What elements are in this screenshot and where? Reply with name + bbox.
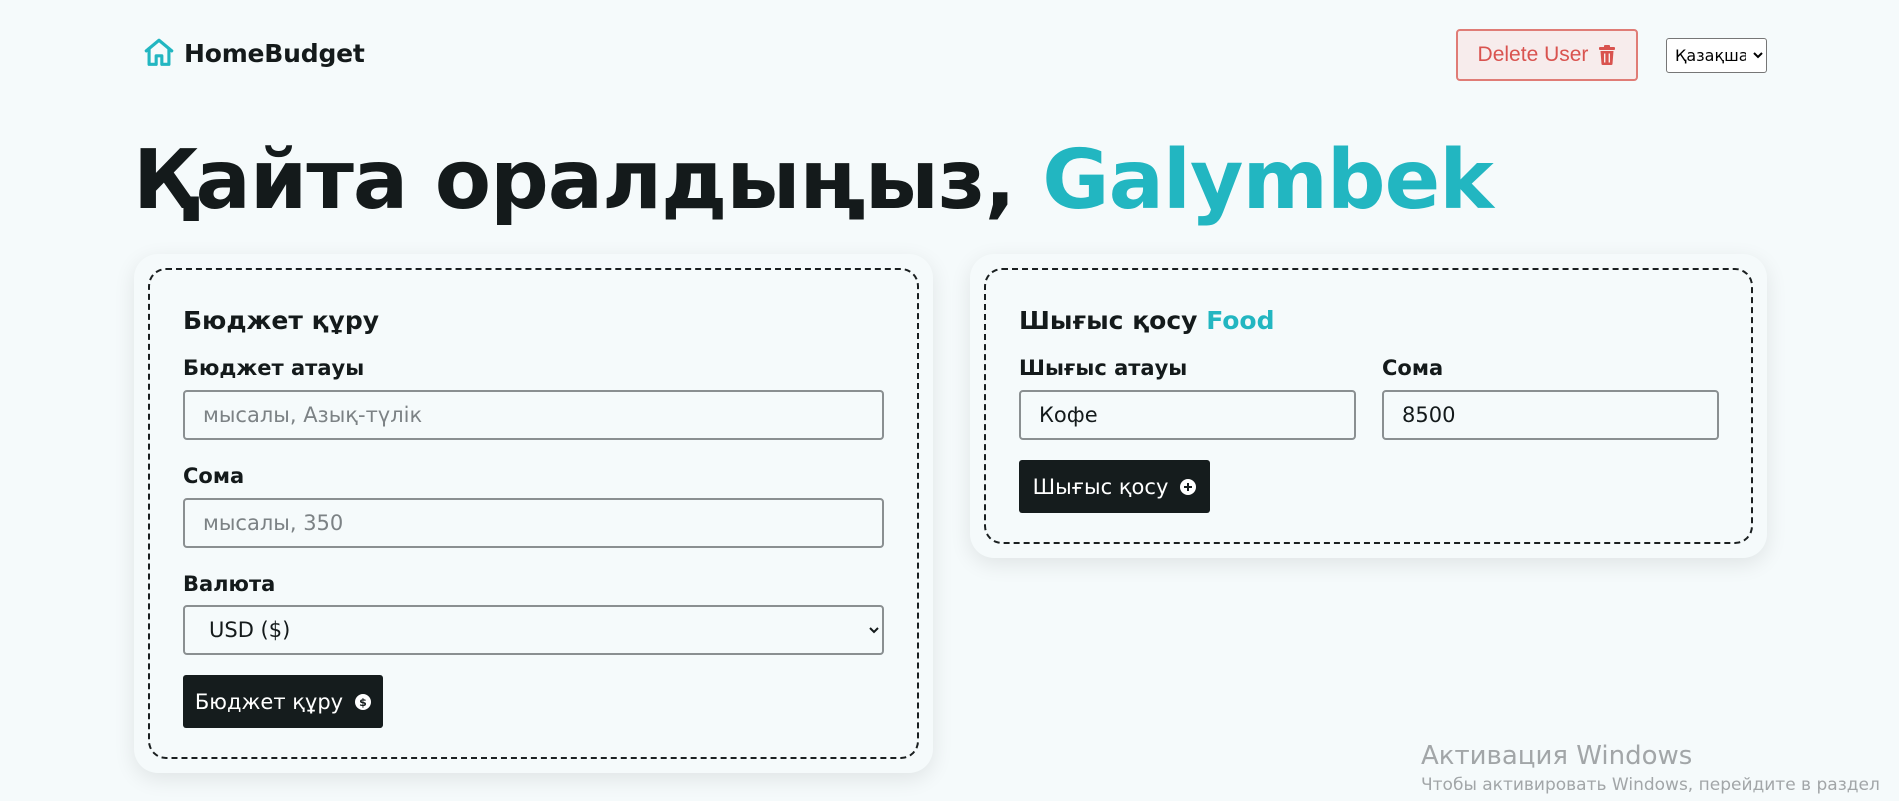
add-expense-title-text: Шығыс қосу xyxy=(1019,306,1198,335)
expense-budget-name: Food xyxy=(1206,306,1275,335)
currency-label: Валюта xyxy=(183,572,276,596)
expense-amount-input[interactable] xyxy=(1382,390,1719,440)
watermark-title: Активация Windows xyxy=(1421,741,1693,771)
dollar-coin-icon: $ xyxy=(355,693,372,710)
language-select[interactable]: Қазақша xyxy=(1666,38,1767,73)
add-expense-button[interactable]: Шығыс қосу xyxy=(1019,460,1210,513)
add-expense-title: Шығыс қосу Food xyxy=(1019,306,1275,335)
svg-text:$: $ xyxy=(359,696,367,709)
top-nav: HomeBudget Delete User Қазақша xyxy=(0,0,1899,110)
create-budget-button[interactable]: Бюджет құру $ xyxy=(183,675,383,728)
add-expense-label: Шығыс қосу xyxy=(1032,474,1169,499)
create-budget-card: Бюджет құру Бюджет атауы Сома Валюта USD… xyxy=(134,254,933,773)
trash-icon xyxy=(1599,45,1616,65)
add-expense-card: Шығыс қосу Food Шығыс атауы Сома Шығыс қ… xyxy=(970,254,1767,558)
watermark-subtitle: Чтобы активировать Windows, перейдите в … xyxy=(1421,775,1880,795)
add-expense-frame: Шығыс қосу Food Шығыс атауы Сома Шығыс қ… xyxy=(984,268,1753,544)
delete-user-label: Delete User xyxy=(1477,43,1589,66)
brand-name: HomeBudget xyxy=(184,38,365,68)
budget-name-input[interactable] xyxy=(183,390,884,440)
brand-link[interactable]: HomeBudget xyxy=(142,36,365,70)
home-icon xyxy=(144,38,174,66)
currency-select[interactable]: USD ($) xyxy=(183,605,884,655)
budget-name-label: Бюджет атауы xyxy=(183,356,365,380)
expense-name-label: Шығыс атауы xyxy=(1019,356,1188,380)
create-budget-label: Бюджет құру xyxy=(194,689,344,714)
create-budget-title: Бюджет құру xyxy=(183,306,380,335)
welcome-greeting: Қайта оралдыңыз, xyxy=(133,133,1016,228)
expense-name-input[interactable] xyxy=(1019,390,1356,440)
expense-amount-label: Сома xyxy=(1382,356,1444,380)
plus-circle-icon xyxy=(1180,478,1197,495)
delete-user-button[interactable]: Delete User xyxy=(1456,29,1638,81)
windows-activation-watermark: Активация Windows Чтобы активировать Win… xyxy=(1421,740,1880,798)
create-budget-frame: Бюджет құру Бюджет атауы Сома Валюта USD… xyxy=(148,268,919,759)
welcome-username: Galymbek xyxy=(1042,133,1493,228)
budget-amount-input[interactable] xyxy=(183,498,884,548)
welcome-heading: Қайта оралдыңыз, Galymbek xyxy=(133,132,1494,230)
budget-amount-label: Сома xyxy=(183,464,245,488)
